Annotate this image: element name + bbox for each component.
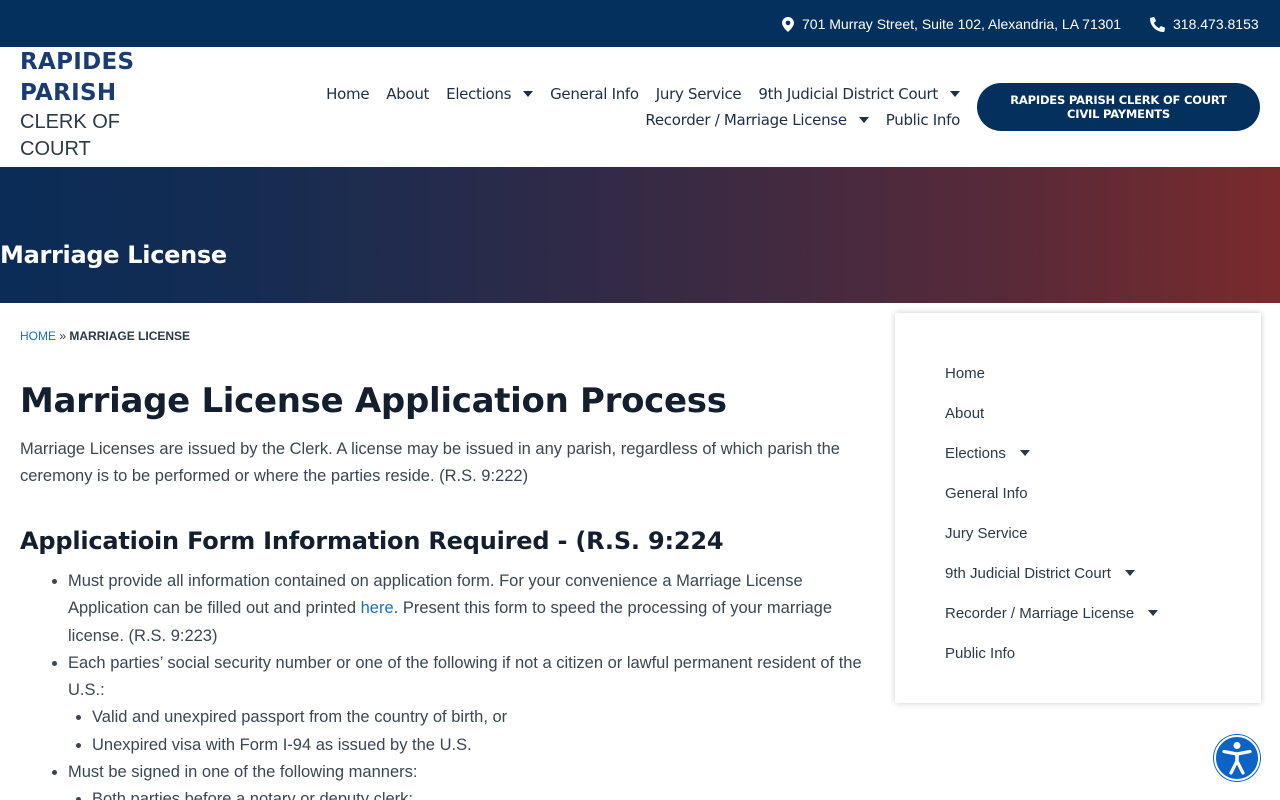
sidebar-item-jury-service[interactable]: Jury Service [945, 513, 1158, 553]
hero-title: Marriage License [0, 241, 227, 269]
chevron-down-icon [523, 91, 534, 97]
top-contact-bar: 701 Murray Street, Suite 102, Alexandria… [0, 0, 1280, 47]
main-nav: Home About Elections General Info Jury S… [300, 81, 960, 133]
breadcrumb-home-link[interactable]: HOME [20, 329, 56, 343]
section-heading: Applicatioin Form Information Required -… [20, 527, 724, 555]
address-text: 701 Murray Street, Suite 102, Alexandria… [802, 16, 1122, 32]
sidebar-item-label: Elections [945, 444, 1006, 462]
sidebar-item-home[interactable]: Home [945, 353, 1158, 393]
nav-elections-label: Elections [446, 85, 512, 103]
phone-link[interactable]: 318.473.8153 [1150, 15, 1259, 33]
sidebar-item-about[interactable]: About [945, 393, 1158, 433]
nav-home[interactable]: Home [326, 85, 369, 103]
page-hero-banner: Marriage License [0, 167, 1280, 303]
sidebar-item-label: Public Info [945, 644, 1016, 662]
page-heading: Marriage License Application Process [20, 381, 727, 421]
nav-general-info[interactable]: General Info [550, 85, 639, 103]
chevron-down-icon [1148, 610, 1159, 616]
site-logo[interactable]: RAPIDES PARISH CLERK OF COURT [20, 47, 160, 163]
item2-text: Each parties’ social security number or … [68, 653, 862, 700]
sidebar-item-district-court[interactable]: 9th Judicial District Court [945, 553, 1158, 593]
list-item: Each parties’ social security number or … [68, 650, 870, 759]
breadcrumb-current: MARRIAGE LICENSE [69, 329, 191, 343]
chevron-down-icon [1124, 570, 1135, 576]
intro-paragraph: Marriage Licenses are issued by the Cler… [20, 440, 840, 485]
nav-recorder[interactable]: Recorder / Marriage License [645, 111, 869, 129]
sidebar-item-label: Recorder / Marriage License [945, 604, 1135, 622]
sidebar-item-elections[interactable]: Elections [945, 433, 1158, 473]
phone-icon [1150, 16, 1165, 32]
logo-line-2: PARISH [20, 80, 117, 106]
breadcrumb-separator: » [59, 329, 67, 343]
list-item: Must provide all information contained o… [68, 568, 870, 650]
sidebar-item-general-info[interactable]: General Info [945, 473, 1158, 513]
address-link[interactable]: 701 Murray Street, Suite 102, Alexandria… [782, 15, 1121, 33]
sidebar-item-label: Home [945, 364, 986, 382]
nav-about[interactable]: About [386, 85, 429, 103]
nav-elections[interactable]: Elections [446, 85, 534, 103]
sidebar-item-label: 9th Judicial District Court [945, 564, 1111, 582]
application-form-link[interactable]: here [361, 599, 394, 617]
sidebar-menu: Home About Elections General Info Jury S… [895, 313, 1261, 703]
sidebar-item-public-info[interactable]: Public Info [945, 633, 1158, 673]
sub-list-item: Both parties before a notary or deputy c… [92, 786, 870, 800]
sidebar-item-label: General Info [945, 484, 1028, 502]
chevron-down-icon [1019, 450, 1030, 456]
nav-jury-service[interactable]: Jury Service [656, 85, 742, 103]
item3-text: Must be signed in one of the following m… [68, 763, 418, 782]
sub-list-item: Valid and unexpired passport from the co… [92, 704, 870, 731]
sidebar-item-label: About [945, 404, 985, 422]
nav-district-court-label: 9th Judicial District Court [758, 85, 938, 103]
civil-payments-button[interactable]: RAPIDES PARISH CLERK OF COURT CIVIL PAYM… [977, 83, 1260, 131]
nav-public-info[interactable]: Public Info [886, 111, 961, 129]
map-marker-icon [782, 16, 794, 32]
logo-line-1: RAPIDES [20, 49, 135, 75]
nav-district-court[interactable]: 9th Judicial District Court [758, 85, 960, 103]
requirements-list: Must provide all information contained o… [20, 568, 870, 800]
accessibility-icon [1222, 742, 1252, 775]
logo-line-4: COURT [20, 138, 91, 160]
chevron-down-icon [858, 117, 869, 123]
site-header: RAPIDES PARISH CLERK OF COURT Home About… [0, 47, 1280, 167]
breadcrumb: HOME » MARRIAGE LICENSE [20, 329, 190, 343]
chevron-down-icon [950, 91, 960, 97]
nav-recorder-label: Recorder / Marriage License [645, 111, 847, 129]
list-item: Must be signed in one of the following m… [68, 759, 870, 800]
sidebar-item-label: Jury Service [945, 524, 1028, 542]
accessibility-button[interactable] [1214, 735, 1260, 781]
sub-list-item: Unexpired visa with Form I-94 as issued … [92, 732, 870, 759]
phone-text: 318.473.8153 [1173, 16, 1259, 32]
sidebar-item-recorder[interactable]: Recorder / Marriage License [945, 593, 1159, 633]
logo-line-3: CLERK OF [20, 111, 121, 133]
